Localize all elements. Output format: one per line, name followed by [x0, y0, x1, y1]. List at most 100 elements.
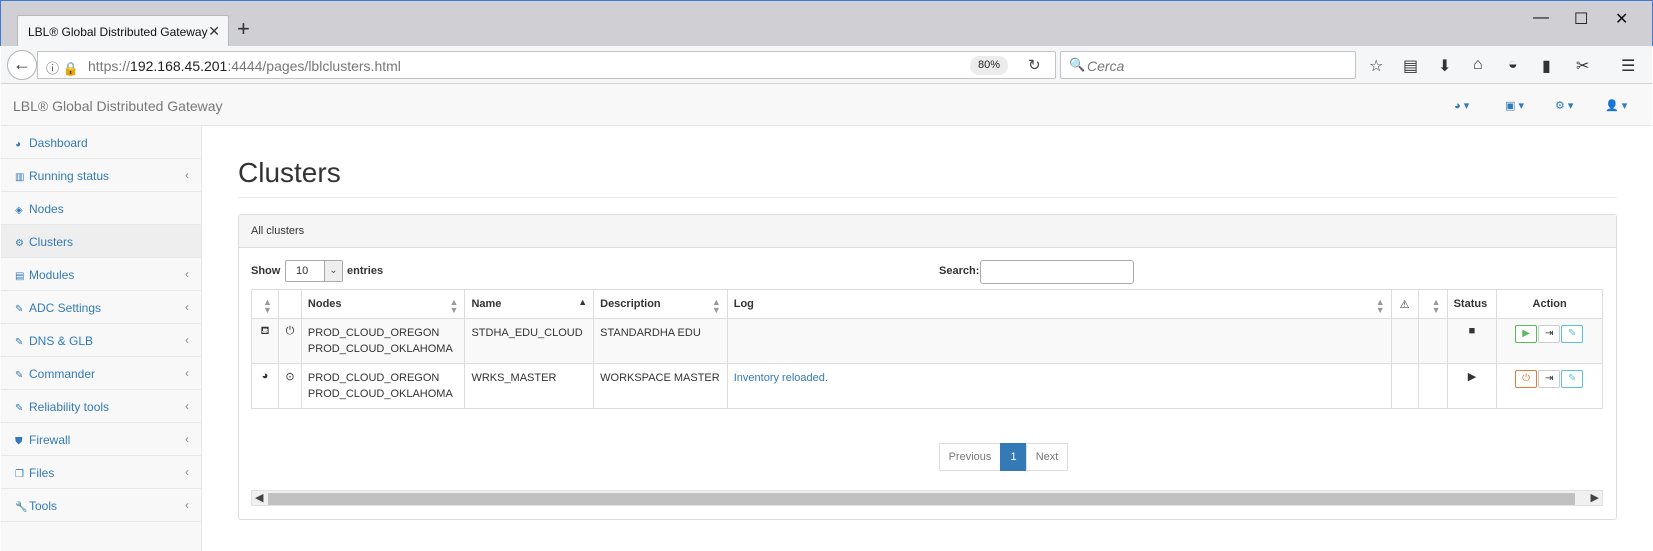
dashboard-menu-icon[interactable]: ◕ ▾	[1454, 99, 1469, 112]
panel-heading: All clusters	[239, 215, 1616, 248]
next-page-button[interactable]: Next	[1026, 443, 1068, 471]
url-prefix: https://	[88, 58, 131, 74]
table-row: ⛾ ⏻ PROD_CLOUD_OREGON PROD_CLOUD_OKLAHOM…	[251, 318, 1603, 364]
col-header-warning[interactable]: ⚠	[1390, 289, 1419, 319]
horizontal-scrollbar[interactable]: ◀ ▶	[251, 490, 1603, 506]
nodes-cell: PROD_CLOUD_OREGON PROD_CLOUD_OKLAHOMA	[300, 318, 466, 364]
log-text[interactable]: Inventory reloaded.	[734, 370, 1385, 386]
edit-icon: ✎	[15, 304, 24, 315]
user-menu-icon[interactable]: 👤 ▾	[1605, 99, 1627, 112]
zoom-level[interactable]: 80%	[970, 56, 1008, 75]
screenshot-icon[interactable]: ✂	[1576, 56, 1589, 76]
scrollbar-thumb[interactable]	[268, 493, 1575, 505]
sidebar-item-firewall[interactable]: ⛊ Firewall ‹	[1, 423, 201, 456]
page-title: Clusters	[238, 157, 341, 188]
download-icon[interactable]: ⬇	[1438, 56, 1451, 76]
table-search-input[interactable]	[980, 260, 1134, 284]
clusters-panel: All clusters Show 10 ⌄ entries Search: ▲…	[238, 214, 1617, 520]
col-header-label: Log	[733, 298, 754, 310]
sidebar-item-modules[interactable]: ▤ Modules ‹	[1, 258, 201, 291]
browser-tab[interactable]: LBL® Global Distributed Gateway ✕	[17, 15, 229, 47]
tab-title: LBL® Global Distributed Gateway	[28, 25, 208, 39]
sidebar-item-clusters[interactable]: ⚙ Clusters	[1, 225, 201, 258]
login-button[interactable]: ⇥	[1538, 325, 1561, 343]
sidebar-item-nodes[interactable]: ◈ Nodes	[1, 192, 201, 225]
browser-titlebar: LBL® Global Distributed Gateway ✕ + — ☐ …	[0, 0, 1653, 47]
col-header-status: Status	[1446, 289, 1498, 319]
sidebar-item-commander[interactable]: ✎ Commander ‹	[1, 357, 201, 390]
extension-icon[interactable]: ▮	[1542, 56, 1551, 76]
stop-button[interactable]: ⏻	[1515, 370, 1538, 388]
bookmark-star-icon[interactable]: ☆	[1369, 56, 1383, 76]
new-tab-button[interactable]: +	[237, 18, 250, 40]
entries-select[interactable]: 10 ⌄	[285, 260, 343, 282]
url-bar[interactable]: ⓘ 🔒 https://192.168.45.201:4444/pages/lb…	[37, 51, 1056, 79]
cluster-name: STDHA_EDU_CLOUD	[471, 327, 583, 339]
save-menu-icon[interactable]: ▣ ▾	[1505, 99, 1524, 112]
sort-both-icon: ▲ ▼	[711, 297, 721, 315]
home-icon[interactable]: ⌂	[1473, 56, 1483, 74]
login-button[interactable]: ⇥	[1538, 370, 1561, 388]
sidebar-item-files[interactable]: ❐ Files ‹	[1, 456, 201, 489]
url-text[interactable]: https://192.168.45.201:4444/pages/lblclu…	[88, 58, 401, 74]
maximize-icon[interactable]: ☐	[1574, 9, 1588, 29]
app-brand[interactable]: LBL® Global Distributed Gateway	[13, 98, 223, 114]
node-name: PROD_CLOUD_OKLAHOMA	[307, 343, 453, 355]
settings-menu-icon[interactable]: ⚙ ▾	[1555, 99, 1573, 112]
sidebar-item-dashboard[interactable]: ◕ Dashboard	[1, 126, 201, 159]
chevron-left-icon: ‹	[185, 366, 189, 380]
sort-both-icon: ▲ ▼	[263, 297, 272, 315]
action-cell: ⏻ ⇥ ✎	[1496, 363, 1603, 409]
browser-navbar: ← ⓘ 🔒 https://192.168.45.201:4444/pages/…	[1, 46, 1652, 84]
table-row: ◕ ⊙ PROD_CLOUD_OREGON PROD_CLOUD_OKLAHOM…	[251, 363, 1603, 409]
chevron-left-icon: ‹	[185, 168, 189, 182]
back-button[interactable]: ←	[7, 50, 37, 80]
edit-button[interactable]: ✎	[1561, 370, 1584, 388]
reload-icon[interactable]: ↻	[1028, 56, 1041, 74]
col-header-nodes[interactable]: Nodes ▲ ▼	[300, 289, 466, 319]
pocket-icon[interactable]: ◒	[1508, 56, 1518, 74]
action-cell: ▶ ⇥ ✎	[1496, 318, 1603, 364]
sidebar-item-adc-settings[interactable]: ✎ ADC Settings ‹	[1, 291, 201, 324]
col-header-warning-sort[interactable]: ▲ ▼	[1417, 289, 1448, 319]
sidebar-item-dns-glb[interactable]: ✎ DNS & GLB ‹	[1, 324, 201, 357]
reading-list-icon[interactable]: ▤	[1403, 56, 1418, 76]
col-header-label: Name	[471, 298, 502, 310]
sidebar-item-label: Running status	[29, 169, 110, 183]
edit-button[interactable]: ✎	[1561, 325, 1584, 343]
sidebar: ◕ Dashboard ▥ Running status ‹ ◈ Nodes ⚙ Clu…	[1, 126, 202, 551]
site-info-icon[interactable]: ⓘ 🔒	[46, 58, 79, 77]
page-1-button[interactable]: 1	[1000, 443, 1027, 471]
window-close-icon[interactable]: ✕	[1615, 9, 1628, 29]
cluster-description: WORKSPACE MASTER	[600, 372, 720, 384]
chevron-down-icon[interactable]: ⌄	[324, 261, 342, 281]
sidebar-item-label: Dashboard	[29, 136, 88, 150]
scroll-right-icon[interactable]: ▶	[1591, 491, 1599, 505]
col-header-type[interactable]: ▲ ▼	[251, 289, 279, 319]
list-alt-icon: ▤	[15, 271, 25, 282]
sidebar-item-tools[interactable]: 🔧 Tools ‹	[1, 489, 201, 522]
minimize-icon[interactable]: —	[1533, 9, 1549, 27]
col-header-log[interactable]: Log ▲ ▼	[726, 289, 1392, 319]
sidebar-item-running-status[interactable]: ▥ Running status ‹	[1, 159, 201, 192]
start-button[interactable]: ▶	[1515, 325, 1538, 343]
warning-cell	[1390, 363, 1419, 409]
log-cell: Inventory reloaded.	[726, 363, 1392, 409]
sort-both-icon: ▲ ▼	[1375, 297, 1385, 315]
search-label: Search:	[939, 265, 980, 277]
scroll-left-icon[interactable]: ◀	[255, 491, 263, 505]
sidebar-item-reliability-tools[interactable]: ✎ Reliability tools ‹	[1, 390, 201, 423]
col-header-name[interactable]: Name ▲	[464, 289, 595, 319]
chevron-left-icon: ‹	[185, 267, 189, 281]
edit-icon: ✎	[15, 337, 24, 348]
url-host: 192.168.45.201	[130, 58, 228, 74]
col-header-label: Description	[600, 298, 661, 310]
stop-icon: ■	[1468, 325, 1476, 337]
col-header-description[interactable]: Description ▲ ▼	[593, 289, 728, 319]
chevron-left-icon: ‹	[185, 399, 189, 413]
col-header-action: Action	[1496, 289, 1603, 319]
tab-close-icon[interactable]: ✕	[208, 23, 220, 40]
previous-page-button[interactable]: Previous	[939, 443, 1001, 471]
browser-search-input[interactable]: 🔍 Cerca	[1060, 51, 1356, 79]
hamburger-menu-icon[interactable]: ☰	[1621, 56, 1635, 76]
